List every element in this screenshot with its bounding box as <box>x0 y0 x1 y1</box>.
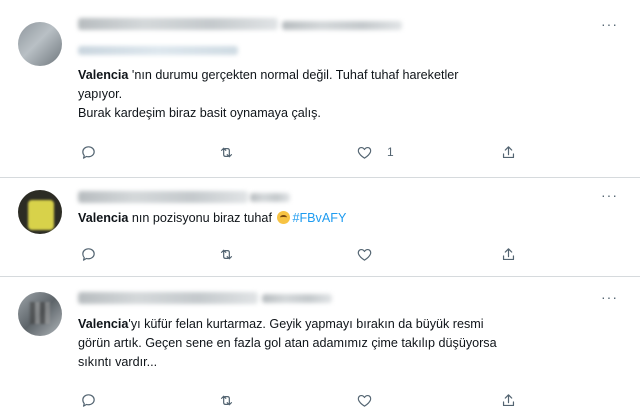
more-options-icon[interactable]: ··· <box>601 16 618 32</box>
share-button[interactable] <box>500 390 517 410</box>
tweet-text-line2: yapıyor. <box>78 87 123 101</box>
blurred-username <box>78 191 248 203</box>
blurred-handle <box>250 193 290 202</box>
share-button[interactable] <box>500 244 517 264</box>
more-options-icon[interactable]: ··· <box>601 289 618 305</box>
blurred-reply-context <box>78 46 238 55</box>
tweet-text-line1: nın pozisyonu biraz tuhaf <box>128 211 276 225</box>
reply-icon <box>82 247 95 261</box>
mention-team[interactable]: Valencia <box>78 68 128 82</box>
retweet-icon <box>220 249 233 259</box>
like-count: 1 <box>387 145 394 159</box>
tweet-text-line3: Burak kardeşim biraz basit oynamaya çalı… <box>78 106 321 120</box>
reply-icon <box>82 145 95 159</box>
reply-button[interactable] <box>80 244 97 264</box>
share-icon <box>502 247 515 260</box>
reply-button[interactable] <box>80 142 97 162</box>
action-bar <box>0 244 640 264</box>
mention-team[interactable]: Valencia <box>78 317 128 331</box>
blurred-handle <box>262 294 332 303</box>
tweet-text-line1: 'nın durumu gerçekten normal değil. Tuha… <box>128 68 459 82</box>
thinking-face-emoji <box>277 211 291 224</box>
like-icon <box>357 248 372 261</box>
avatar[interactable] <box>18 22 62 66</box>
share-icon <box>502 393 515 406</box>
like-button[interactable]: 1 <box>356 142 394 162</box>
share-icon <box>502 145 515 158</box>
tweet-text-line2: görün artık. Geçen sene en fazla gol ata… <box>78 336 497 350</box>
tweet-1[interactable]: ··· Valencia 'nın durumu gerçekten norma… <box>0 0 640 178</box>
tweet-3[interactable]: ··· Valencia'yı küfür felan kurtarmaz. G… <box>0 277 640 416</box>
retweet-icon <box>220 147 233 157</box>
tweet-text: Valencia nın pozisyonu biraz tuhaf #FBvA… <box>78 209 598 228</box>
like-icon <box>357 394 372 407</box>
avatar[interactable] <box>18 292 62 336</box>
share-button[interactable] <box>500 142 517 162</box>
blurred-username <box>78 292 258 304</box>
blurred-handle <box>282 21 402 30</box>
tweet-text-line3: sıkıntı vardır... <box>78 355 158 369</box>
blurred-username <box>78 18 278 30</box>
retweet-button[interactable] <box>218 142 235 162</box>
avatar[interactable] <box>18 190 62 234</box>
hashtag-link[interactable]: #FBvAFY <box>292 211 346 225</box>
more-options-icon[interactable]: ··· <box>601 187 618 203</box>
tweet-2[interactable]: ··· Valencia nın pozisyonu biraz tuhaf #… <box>0 178 640 276</box>
retweet-icon <box>220 395 233 405</box>
retweet-button[interactable] <box>218 390 235 410</box>
tweet-text: Valencia'yı küfür felan kurtarmaz. Geyik… <box>78 315 598 372</box>
tweet-text-line1: 'yı küfür felan kurtarmaz. Geyik yapmayı… <box>128 317 484 331</box>
like-button[interactable] <box>356 390 373 410</box>
action-bar <box>0 390 640 410</box>
action-bar: 1 <box>0 142 640 162</box>
reply-icon <box>82 393 95 407</box>
like-button[interactable] <box>356 244 373 264</box>
tweet-text: Valencia 'nın durumu gerçekten normal de… <box>78 66 598 123</box>
mention-team[interactable]: Valencia <box>78 211 128 225</box>
retweet-button[interactable] <box>218 244 235 264</box>
reply-button[interactable] <box>80 390 97 410</box>
like-icon <box>357 146 372 159</box>
